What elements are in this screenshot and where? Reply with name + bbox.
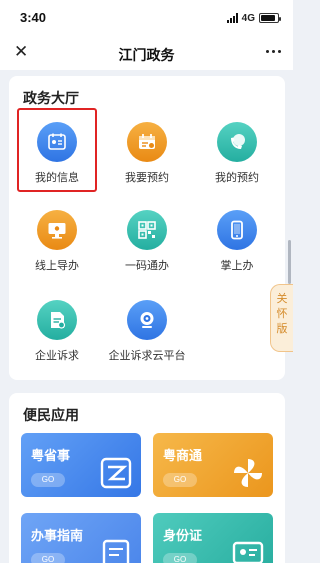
service-online-guide[interactable]: 线上导办 (17, 210, 97, 273)
service-label: 企业诉求 (35, 349, 79, 362)
care-mode-label: 怀 (276, 307, 288, 320)
status-time: 3:40 (20, 10, 47, 25)
monitor-icon (37, 210, 77, 250)
battery-icon (259, 13, 281, 23)
scrollbar[interactable] (288, 240, 291, 284)
nav-bar: ✕ 江门政务 (0, 36, 293, 70)
affairs-hall-card: 政务大厅 我的信息 我要预约 我的预约 线上导办 一码通办 掌上办 企业诉求 企… (9, 76, 285, 380)
section-title: 便民应用 (23, 408, 79, 424)
service-label: 企业诉求云平台 (108, 349, 186, 362)
service-label: 线上导办 (35, 259, 79, 272)
pinwheel-icon (234, 459, 262, 487)
service-one-code[interactable]: 一码通办 (107, 210, 187, 273)
more-icon[interactable] (266, 50, 281, 53)
service-enterprise-appeal[interactable]: 企业诉求 (17, 300, 97, 363)
status-bar: 3:40 4G (0, 0, 293, 36)
convenience-card: 便民应用 粤省事 GO 粤商通 GO 办事指南 GO 身份证 GO (9, 393, 285, 563)
tile-guide[interactable]: 办事指南 GO (21, 513, 141, 563)
signal-icon (226, 13, 238, 23)
id-card-icon (37, 122, 77, 162)
tile-yueshengshi[interactable]: 粤省事 GO (21, 433, 141, 497)
care-mode-label: 版 (276, 322, 288, 335)
service-enterprise-cloud[interactable]: 企业诉求云平台 (107, 300, 187, 363)
tile-title: 身份证 (163, 529, 203, 544)
tile-title: 粤省事 (31, 449, 71, 464)
service-label: 我的信息 (35, 171, 79, 184)
calendar-icon (127, 122, 167, 162)
battery-level (261, 15, 276, 21)
service-my-info[interactable]: 我的信息 (17, 122, 97, 185)
status-indicators: 4G (226, 11, 281, 25)
service-mobile-handling[interactable]: 掌上办 (197, 210, 277, 273)
network-type: 4G (241, 12, 255, 24)
service-book-appointment[interactable]: 我要预约 (107, 122, 187, 185)
phone-chat-icon (217, 122, 257, 162)
page-title: 江门政务 (118, 48, 175, 64)
yue-logo-icon (100, 457, 132, 489)
go-button[interactable]: GO (163, 473, 197, 487)
service-label: 掌上办 (220, 259, 254, 272)
care-mode-tab[interactable]: 关 怀 版 (270, 284, 293, 352)
service-my-appointments[interactable]: 我的预约 (197, 122, 277, 185)
care-mode-label: 关 (276, 292, 288, 305)
tile-yueshangtong[interactable]: 粤商通 GO (153, 433, 273, 497)
tile-title: 办事指南 (31, 529, 84, 544)
guide-book-icon (102, 539, 130, 563)
smartphone-icon (217, 210, 257, 250)
id-card-icon (232, 541, 264, 563)
webcam-icon (127, 300, 167, 340)
tile-id-card[interactable]: 身份证 GO (153, 513, 273, 563)
go-button[interactable]: GO (31, 473, 65, 487)
qr-code-icon (127, 210, 167, 250)
service-label: 我要预约 (125, 171, 169, 184)
section-title: 政务大厅 (23, 91, 79, 107)
tile-title: 粤商通 (163, 449, 203, 464)
service-label: 一码通办 (125, 259, 169, 272)
document-icon (37, 300, 77, 340)
go-button[interactable]: GO (163, 553, 197, 563)
service-label: 我的预约 (215, 171, 259, 184)
go-button[interactable]: GO (31, 553, 65, 563)
